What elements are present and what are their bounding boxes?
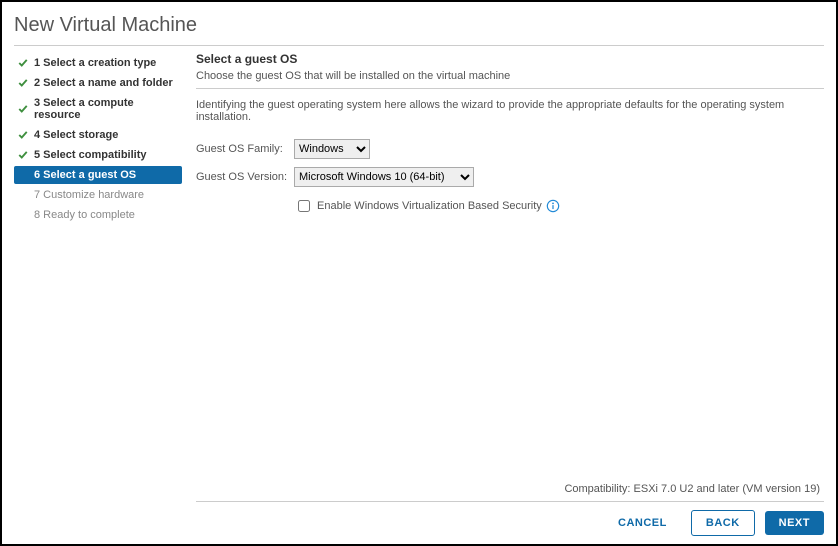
section-subheader: Choose the guest OS that will be install… — [196, 70, 824, 89]
guest-os-version-label: Guest OS Version: — [196, 171, 288, 183]
step-label: 8 Ready to complete — [34, 209, 135, 221]
check-icon — [18, 150, 28, 160]
vbs-row: Enable Windows Virtualization Based Secu… — [294, 197, 824, 215]
step-name-folder[interactable]: 2 Select a name and folder — [14, 74, 182, 92]
wizard-window: New Virtual Machine 1 Select a creation … — [0, 0, 838, 546]
wizard-main: Select a guest OS Choose the guest OS th… — [182, 52, 824, 536]
check-icon — [18, 58, 28, 68]
step-label: 7 Customize hardware — [34, 189, 144, 201]
check-icon — [18, 130, 28, 140]
guest-os-family-select[interactable]: Windows — [294, 139, 370, 159]
info-icon[interactable] — [546, 199, 560, 213]
section-header: Select a guest OS — [196, 52, 824, 66]
vbs-checkbox[interactable] — [298, 200, 310, 212]
vbs-label: Enable Windows Virtualization Based Secu… — [317, 200, 542, 212]
guest-os-version-select[interactable]: Microsoft Windows 10 (64-bit) — [294, 167, 474, 187]
step-compute-resource[interactable]: 3 Select a compute resource — [14, 94, 182, 124]
back-button[interactable]: BACK — [691, 510, 755, 536]
step-label: 4 Select storage — [34, 129, 118, 141]
step-label: 6 Select a guest OS — [34, 169, 136, 181]
check-icon — [18, 104, 28, 114]
cancel-button[interactable]: CANCEL — [604, 511, 681, 535]
step-label: 2 Select a name and folder — [34, 77, 173, 89]
guest-os-family-label: Guest OS Family: — [196, 143, 288, 155]
wizard-steps-sidebar: 1 Select a creation type 2 Select a name… — [14, 52, 182, 536]
step-compatibility[interactable]: 5 Select compatibility — [14, 146, 182, 164]
next-button[interactable]: NEXT — [765, 511, 824, 535]
section-description: Identifying the guest operating system h… — [196, 99, 824, 123]
wizard-body: 1 Select a creation type 2 Select a name… — [14, 52, 824, 536]
step-storage[interactable]: 4 Select storage — [14, 126, 182, 144]
wizard-title: New Virtual Machine — [14, 10, 824, 46]
spacer — [196, 215, 824, 477]
wizard-footer: CANCEL BACK NEXT — [196, 501, 824, 536]
step-customize-hardware: 7 Customize hardware — [14, 186, 182, 204]
step-guest-os[interactable]: 6 Select a guest OS — [14, 166, 182, 184]
compatibility-text: Compatibility: ESXi 7.0 U2 and later (VM… — [196, 477, 824, 501]
step-label: 1 Select a creation type — [34, 57, 156, 69]
step-label: 3 Select a compute resource — [34, 97, 178, 121]
guest-os-version-row: Guest OS Version: Microsoft Windows 10 (… — [196, 167, 824, 187]
guest-os-family-row: Guest OS Family: Windows — [196, 139, 824, 159]
step-label: 5 Select compatibility — [34, 149, 146, 161]
check-icon — [18, 78, 28, 88]
step-ready-complete: 8 Ready to complete — [14, 206, 182, 224]
step-creation-type[interactable]: 1 Select a creation type — [14, 54, 182, 72]
